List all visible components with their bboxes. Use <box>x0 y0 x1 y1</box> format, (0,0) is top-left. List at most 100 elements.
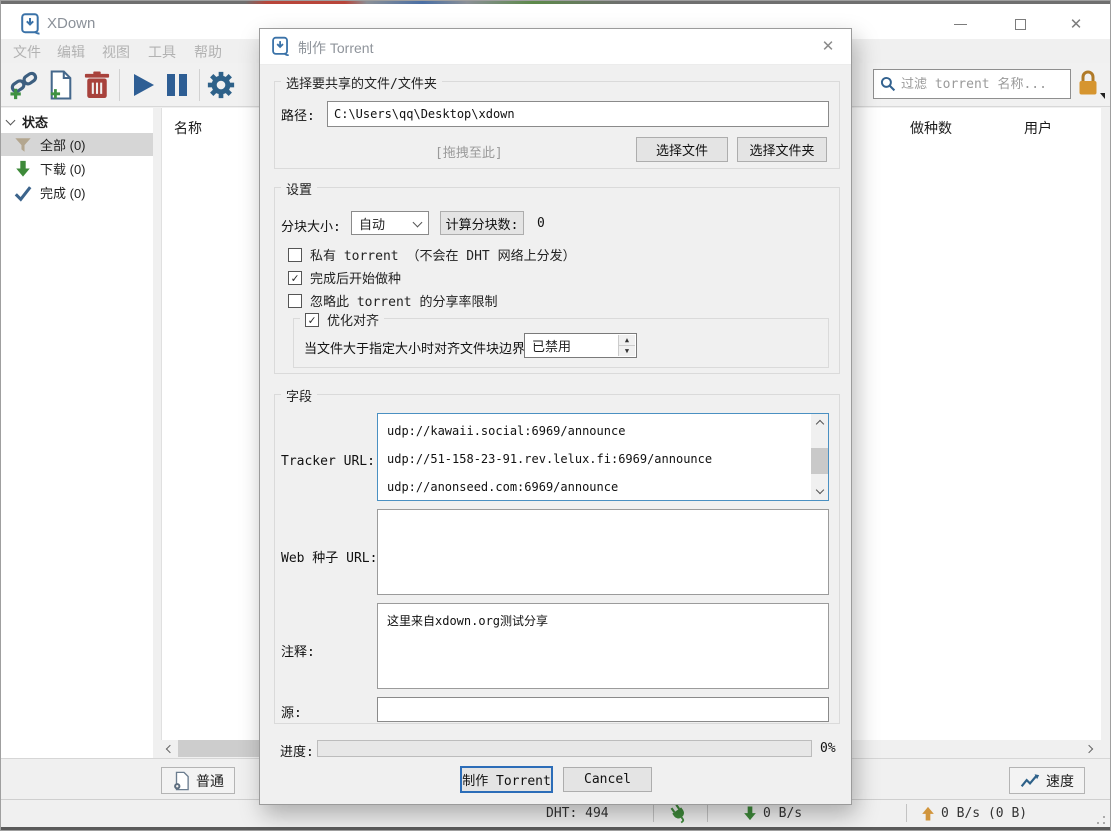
source-input[interactable] <box>377 697 829 722</box>
document-gear-icon <box>172 771 190 791</box>
download-speed: 0 B/s <box>763 806 802 821</box>
chevron-down-icon <box>6 115 16 125</box>
close-icon: ✕ <box>822 38 835 55</box>
select-file-button[interactable]: 选择文件 <box>636 137 728 162</box>
lock-button[interactable] <box>1075 69 1103 99</box>
piece-size-label: 分块大小: <box>281 216 341 235</box>
calc-pieces-label: 计算分块数: <box>446 214 519 233</box>
column-header-seeds[interactable]: 做种数 <box>910 118 952 138</box>
search-icon <box>880 76 896 92</box>
select-files-group: 选择要共享的文件/文件夹 路径: C:\Users\qq\Desktop\xdo… <box>274 81 840 169</box>
cancel-button[interactable]: Cancel <box>563 767 652 792</box>
progress-percent: 0% <box>820 741 836 756</box>
calc-pieces-result: 0 <box>537 216 545 231</box>
spinner-value: 已禁用 <box>532 336 571 355</box>
spinner-up-button[interactable]: ▲ <box>619 335 635 346</box>
sidebar-group-label: 状态 <box>22 112 48 131</box>
checkbox-label: 忽略此 torrent 的分享率限制 <box>310 291 497 310</box>
toolbar-separator <box>199 69 200 101</box>
normal-mode-button[interactable]: 普通 <box>161 767 235 794</box>
tracker-url-line: udp://anonseed.com:6969/announce <box>387 480 618 494</box>
make-torrent-label: 制作 Torrent <box>462 770 551 789</box>
webseed-url-label: Web 种子 URL: <box>281 547 377 566</box>
align-threshold-label: 当文件大于指定大小时对齐文件块边界: <box>304 338 533 357</box>
scroll-left-button[interactable] <box>161 740 178 757</box>
settings-button[interactable] <box>205 70 237 100</box>
menu-file[interactable]: 文件 <box>13 42 41 62</box>
sidebar-item-downloading[interactable]: 下载 (0) <box>1 157 153 180</box>
close-icon: ✕ <box>1070 15 1083 33</box>
optimize-align-checkbox-row[interactable]: ✓ 优化对齐 <box>300 310 384 329</box>
search-box <box>873 69 1071 99</box>
tracker-url-label: Tracker URL: <box>281 454 375 469</box>
comment-textarea[interactable]: 这里来自xdown.org测试分享 <box>377 603 829 689</box>
drop-hint: [拖拽至此] <box>435 142 503 161</box>
add-link-button[interactable] <box>9 70 41 100</box>
seed-after-checkbox-row[interactable]: ✓ 完成后开始做种 <box>288 268 401 287</box>
dialog-title: 制作 Torrent <box>298 38 373 58</box>
check-icon <box>14 184 32 202</box>
menu-edit[interactable]: 编辑 <box>57 42 85 62</box>
menu-help[interactable]: 帮助 <box>194 42 222 62</box>
filter-icon <box>14 136 32 154</box>
group-legend: 字段 <box>281 386 317 405</box>
statusbar-separator <box>653 804 654 822</box>
scroll-down-button[interactable] <box>811 483 828 500</box>
upload-speed: 0 B/s (0 B) <box>941 806 1027 821</box>
add-torrent-file-button[interactable] <box>45 70 77 100</box>
close-button[interactable]: ✕ <box>1056 12 1096 36</box>
checkbox[interactable] <box>288 248 302 262</box>
column-header-user[interactable]: 用户 <box>1024 118 1052 138</box>
comment-label: 注释: <box>281 641 315 660</box>
minimize-icon <box>954 24 967 25</box>
statusbar-separator <box>707 804 708 822</box>
scroll-up-button[interactable] <box>811 414 828 431</box>
xdown-logo-icon <box>21 13 41 35</box>
sidebar-item-all[interactable]: 全部 (0) <box>1 133 153 156</box>
sidebar-item-label: 完成 (0) <box>40 183 86 202</box>
sidebar-group-status[interactable]: 状态 <box>7 112 48 131</box>
spinner-down-button[interactable]: ▼ <box>619 346 635 356</box>
cancel-label: Cancel <box>584 772 631 787</box>
column-header-name[interactable]: 名称 <box>174 118 202 138</box>
pause-button[interactable] <box>161 70 193 100</box>
speed-chart-icon <box>1020 772 1040 789</box>
progress-label: 进度: <box>280 741 314 760</box>
checkbox[interactable]: ✓ <box>305 313 319 327</box>
align-threshold-spinner[interactable]: 已禁用 ▲ ▼ <box>524 333 637 358</box>
resize-grip[interactable] <box>1096 815 1106 825</box>
make-torrent-button[interactable]: 制作 Torrent <box>460 766 553 793</box>
sidebar-item-label: 全部 (0) <box>40 135 86 154</box>
download-speed-icon <box>743 805 757 822</box>
menu-tools[interactable]: 工具 <box>148 42 176 62</box>
checkbox[interactable]: ✓ <box>288 271 302 285</box>
private-torrent-checkbox-row[interactable]: 私有 torrent （不会在 DHT 网络上分发） <box>288 245 576 264</box>
menu-view[interactable]: 视图 <box>102 42 130 62</box>
sidebar-item-label: 下载 (0) <box>40 159 86 178</box>
path-input[interactable]: C:\Users\qq\Desktop\xdown <box>327 101 829 127</box>
upload-speed-icon <box>921 805 935 822</box>
delete-button[interactable] <box>81 70 113 100</box>
vertical-scrollbar-thumb[interactable] <box>811 448 828 474</box>
checkbox[interactable] <box>288 294 302 308</box>
speed-panel-button[interactable]: 速度 <box>1009 767 1085 794</box>
spinner-buttons: ▲ ▼ <box>618 335 635 356</box>
maximize-button[interactable] <box>1000 12 1040 36</box>
lock-dropdown-arrow <box>1100 93 1105 99</box>
ignore-ratio-checkbox-row[interactable]: 忽略此 torrent 的分享率限制 <box>288 291 497 310</box>
scroll-right-button[interactable] <box>1080 740 1097 757</box>
chevron-down-icon <box>815 486 823 494</box>
chevron-right-icon <box>1084 744 1092 752</box>
search-input[interactable] <box>901 77 1064 92</box>
pause-icon <box>165 72 189 98</box>
webseed-url-textarea[interactable] <box>377 509 829 595</box>
piece-size-select[interactable]: 自动 <box>351 211 429 235</box>
statusbar-separator <box>906 804 907 822</box>
dialog-close-button[interactable]: ✕ <box>817 37 839 57</box>
minimize-button[interactable] <box>940 12 980 36</box>
sidebar-item-completed[interactable]: 完成 (0) <box>1 181 153 204</box>
start-button[interactable] <box>127 70 159 100</box>
select-folder-button[interactable]: 选择文件夹 <box>737 137 827 162</box>
tracker-url-textarea[interactable]: udp://kawaii.social:6969/announce udp://… <box>377 413 829 501</box>
calc-pieces-button[interactable]: 计算分块数: <box>440 211 524 235</box>
